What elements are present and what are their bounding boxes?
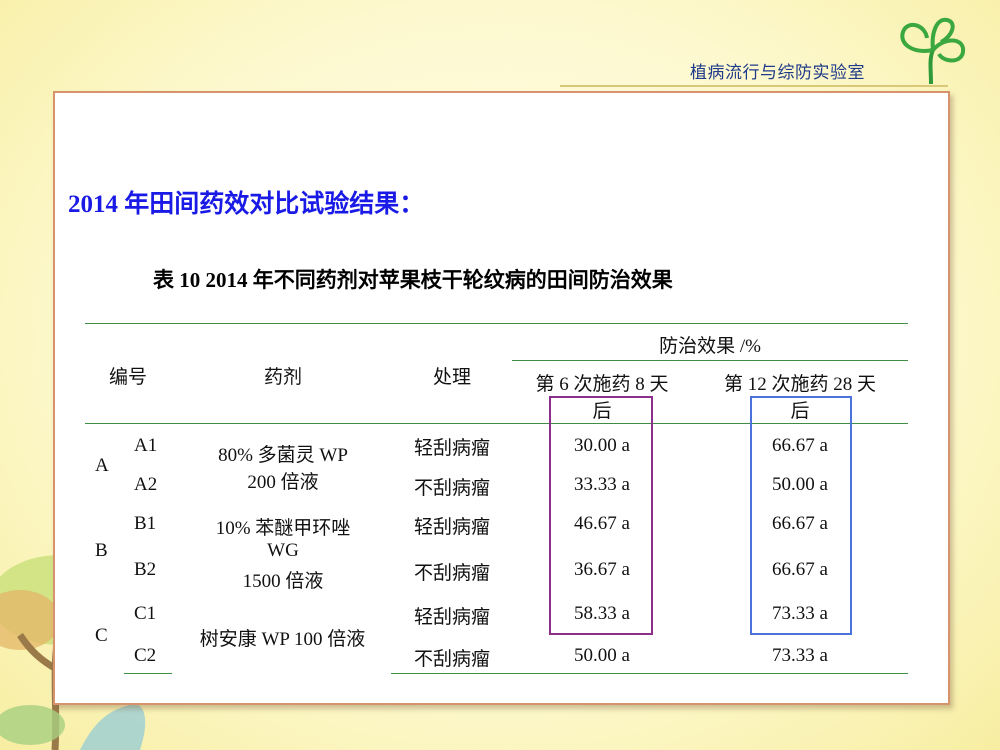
agent-c-line1: 树安康 WP 100 倍液 xyxy=(199,629,366,650)
row-c1-sub: C1 xyxy=(134,603,157,624)
slide-heading: 2014 年田间药效对比试验结果： xyxy=(68,191,425,218)
row-a2-treatment: 不刮病瘤 xyxy=(413,478,490,499)
row-c2-treatment: 不刮病瘤 xyxy=(413,649,490,670)
group-code-c: C xyxy=(95,625,108,646)
agent-b-line1: 10% 苯醚甲环唑 xyxy=(215,518,351,539)
table-bottom-rule-right xyxy=(391,673,908,674)
row-c2-day6: 50.00 a xyxy=(574,645,630,666)
header-day6-line1: 第 6 次施药 8 天 xyxy=(535,374,669,395)
table-caption: 表 10 2014 年不同药剂对苹果枝干轮纹病的田间防治效果 xyxy=(153,268,673,292)
agent-b-line3: 1500 倍液 xyxy=(242,571,324,592)
agent-a-line1: 80% 多菌灵 WP xyxy=(218,445,348,466)
effect-header-rule xyxy=(512,360,908,361)
row-c2-day12: 73.33 a xyxy=(772,645,828,666)
header-effect: 防治效果 /% xyxy=(659,336,761,357)
row-a1-sub: A1 xyxy=(134,435,158,456)
header-code: 编号 xyxy=(108,367,147,388)
row-c1-treatment: 轻刮病瘤 xyxy=(413,607,490,628)
lab-name: 植病流行与综防实验室 xyxy=(690,63,865,83)
row-b1-treatment: 轻刮病瘤 xyxy=(413,517,490,538)
header-rule xyxy=(560,85,948,87)
day6-highlight-box xyxy=(549,396,653,635)
table-top-rule xyxy=(85,323,908,324)
row-a1-treatment: 轻刮病瘤 xyxy=(413,438,490,459)
group-code-a: A xyxy=(95,455,109,476)
header-agent: 药剂 xyxy=(263,367,302,388)
row-b2-sub: B2 xyxy=(134,559,157,580)
agent-b-line2: WG xyxy=(267,540,299,561)
day12-highlight-box xyxy=(750,396,852,635)
clover-logo-icon xyxy=(900,17,966,85)
agent-a-line2: 200 倍液 xyxy=(247,472,319,493)
row-c2-sub: C2 xyxy=(134,645,157,666)
row-a2-sub: A2 xyxy=(134,474,158,495)
group-code-b: B xyxy=(95,540,108,561)
row-b1-sub: B1 xyxy=(134,513,157,534)
header-treatment: 处理 xyxy=(432,367,471,388)
header-day12-line1: 第 12 次施药 28 天 xyxy=(723,374,876,395)
row-b2-treatment: 不刮病瘤 xyxy=(413,563,490,584)
table-bottom-rule-left xyxy=(124,673,172,674)
